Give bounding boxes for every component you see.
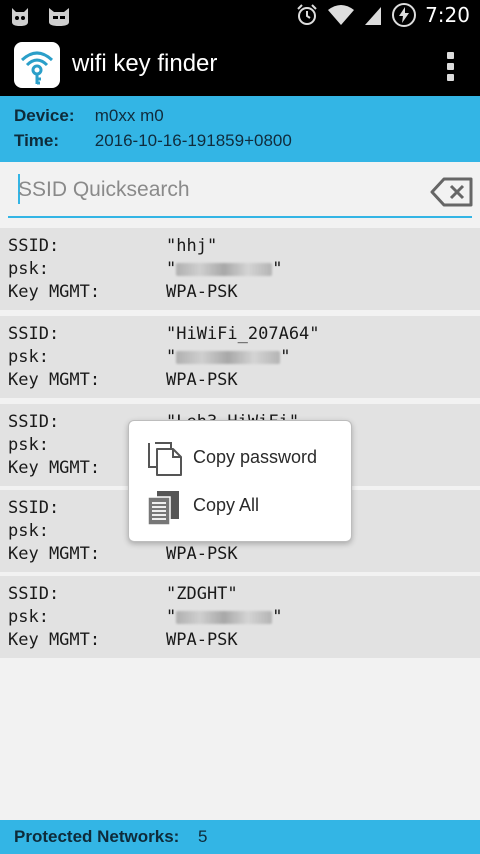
- psk-label: psk:: [8, 347, 49, 367]
- copy-icon: [148, 442, 182, 476]
- psk-value: " ": [166, 347, 291, 367]
- ssid-label: SSID:: [8, 412, 60, 432]
- key-mgmt-label: Key MGMT:: [8, 282, 101, 302]
- status-time: 7:20: [425, 3, 470, 27]
- copy-password-label: Copy password: [193, 447, 318, 467]
- copy-popup-menu: Copy password Copy All: [128, 420, 352, 542]
- battery-charging-icon: [392, 3, 417, 27]
- copy-password-menu-item[interactable]: Copy password: [129, 433, 353, 483]
- key-mgmt-value: WPA-PSK: [166, 370, 238, 390]
- ssid-value: "hhj": [166, 236, 218, 256]
- key-mgmt-label: Key MGMT:: [8, 458, 101, 478]
- ssid-value: "HiWiFi_207A64": [166, 324, 320, 344]
- time-row: Time: 2016-10-16-191859+0800: [14, 131, 292, 151]
- alarm-icon: [297, 4, 317, 25]
- ssid-search-input[interactable]: [18, 170, 418, 210]
- network-card[interactable]: SSID: "ZDGHT" psk: " " Key MGMT: WPA-PSK: [0, 576, 480, 658]
- network-card[interactable]: SSID: "hhj" psk: " " Key MGMT: WPA-PSK: [0, 228, 480, 310]
- network-card[interactable]: SSID: "HiWiFi_207A64" psk: " " Key MGMT: WPA…: [0, 316, 480, 398]
- psk-label: psk:: [8, 259, 49, 279]
- protected-networks-count: 5: [198, 827, 208, 846]
- time-value: 2016-10-16-191859+0800: [94, 131, 292, 150]
- signal-icon: [365, 7, 382, 25]
- search-bar: [0, 162, 480, 224]
- ssid-label: SSID:: [8, 498, 60, 518]
- overflow-menu-icon[interactable]: [442, 50, 458, 82]
- device-row: Device: m0xx m0: [14, 106, 164, 126]
- ssid-label: SSID:: [8, 584, 60, 604]
- time-label: Time:: [14, 131, 60, 150]
- search-underline: [8, 216, 472, 218]
- key-mgmt-label: Key MGMT:: [8, 630, 101, 650]
- psk-label: psk:: [8, 521, 49, 541]
- key-mgmt-value: WPA-PSK: [166, 630, 238, 650]
- psk-label: psk:: [8, 435, 49, 455]
- action-bar: wifi key finder: [0, 34, 480, 96]
- wifi-key-logo-icon: [14, 42, 60, 88]
- ssid-value: "ZDGHT": [166, 584, 238, 604]
- cat-icon: [49, 8, 69, 26]
- backspace-clear-icon[interactable]: [430, 176, 474, 208]
- device-value: m0xx m0: [94, 106, 164, 125]
- protected-networks-label: Protected Networks:: [14, 827, 180, 846]
- copy-all-label: Copy All: [193, 495, 260, 515]
- wifi-icon: [328, 5, 355, 25]
- key-mgmt-value: WPA-PSK: [166, 282, 238, 302]
- copy-all-icon: [147, 491, 179, 526]
- psk-label: psk:: [8, 607, 49, 627]
- psk-value: " ": [166, 607, 283, 627]
- psk-value: " ": [166, 259, 283, 279]
- copy-all-menu-item[interactable]: Copy All: [129, 481, 353, 531]
- key-mgmt-value: WPA-PSK: [166, 544, 238, 564]
- status-bar: 7:20: [0, 0, 480, 34]
- key-mgmt-label: Key MGMT:: [8, 370, 101, 390]
- ghost-icon: [12, 8, 28, 26]
- app-title: wifi key finder: [72, 50, 218, 77]
- ssid-label: SSID:: [8, 236, 60, 256]
- device-label: Device:: [14, 106, 75, 125]
- device-info-panel: Device: m0xx m0 Time: 2016-10-16-191859+…: [0, 96, 480, 162]
- footer-bar: Protected Networks: 5: [0, 820, 480, 854]
- ssid-label: SSID:: [8, 324, 60, 344]
- key-mgmt-label: Key MGMT:: [8, 544, 101, 564]
